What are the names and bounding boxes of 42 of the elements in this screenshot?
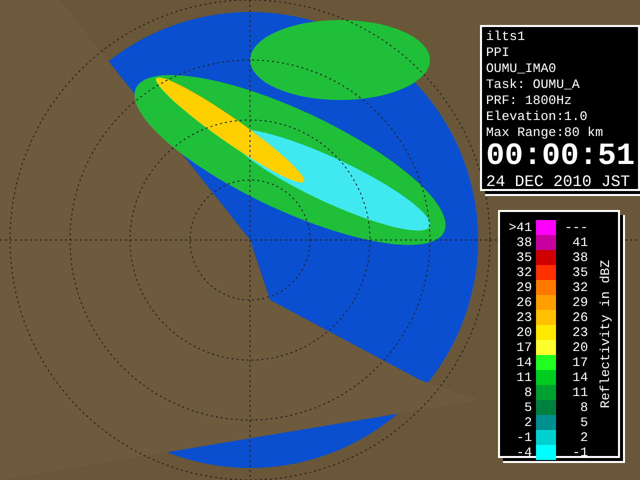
date-text: 24 DEC 2010 JST — [486, 172, 632, 192]
legend-high-value: 11 — [571, 385, 588, 400]
legend-high-value: 35 — [571, 265, 588, 280]
legend-high-value: -1 — [571, 445, 588, 460]
legend-high-value: 41 — [571, 235, 588, 250]
info-text: Elevation:1.0 — [486, 109, 588, 125]
legend-high-value: 29 — [571, 295, 588, 310]
legend-high-value: 5 — [579, 415, 588, 430]
info-text: OUMU_IMA0 — [486, 61, 558, 77]
legend-low-value: >41 — [508, 220, 532, 235]
legend-high-value: 20 — [571, 340, 588, 355]
legend-low-value: 20 — [515, 325, 532, 340]
legend-high-value: 14 — [571, 370, 588, 385]
legend-low-value: 5 — [523, 400, 532, 415]
legend-low-value: 35 — [515, 250, 532, 265]
legend-high-value: 38 — [571, 250, 588, 265]
legend-low-value: 32 — [515, 265, 532, 280]
legend-high-value: 26 — [571, 310, 588, 325]
legend-low-value: 14 — [515, 355, 532, 370]
legend-low-value: 26 — [515, 295, 532, 310]
info-text: ilts1 — [486, 29, 526, 45]
legend-high-value: 8 — [579, 400, 588, 415]
legend-low-value: 38 — [515, 235, 532, 250]
info-text: Task: OUMU_A — [486, 77, 581, 93]
legend-low-value: 11 — [515, 370, 532, 385]
info-text: Max Range:80 km — [486, 125, 604, 141]
legend-high-value: 17 — [571, 355, 588, 370]
legend-high-value: 2 — [579, 430, 588, 445]
legend-low-value: 8 — [523, 385, 532, 400]
legend-high-value: 32 — [571, 280, 588, 295]
legend-title: Reflectivity in dBZ — [598, 260, 612, 408]
legend-low-value: -1 — [515, 430, 532, 445]
info-text: PPI — [486, 45, 510, 61]
legend-high-value: --- — [564, 220, 588, 235]
legend-low-value: 29 — [515, 280, 532, 295]
info-text: PRF: 1800Hz — [486, 93, 573, 109]
legend-low-value: 17 — [515, 340, 532, 355]
legend-low-value: -4 — [515, 445, 532, 460]
legend-high-value: 23 — [571, 325, 588, 340]
time-text: 00:00:51 — [486, 142, 634, 172]
legend-low-value: 23 — [515, 310, 532, 325]
legend-low-value: 2 — [523, 415, 532, 430]
